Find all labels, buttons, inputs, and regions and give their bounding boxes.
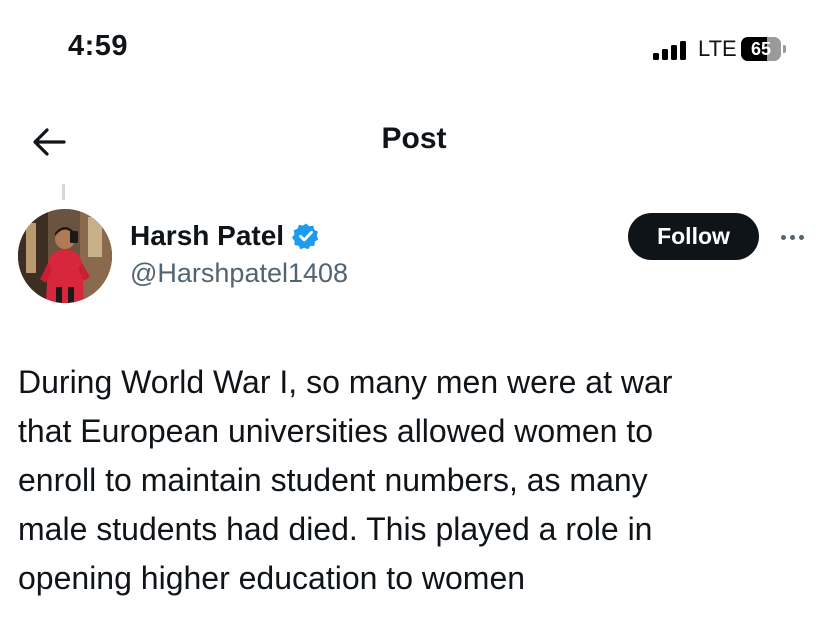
author-name-row[interactable]: Harsh Patel — [130, 218, 320, 254]
avatar-photo — [18, 209, 112, 303]
network-type: LTE — [698, 36, 737, 61]
battery-icon: 65 — [741, 37, 786, 61]
status-time: 4:59 — [68, 30, 129, 62]
avatar[interactable] — [18, 209, 112, 303]
status-bar: 4:59 LTE 65 — [0, 0, 828, 100]
verified-badge-icon — [292, 223, 319, 250]
battery-level: 65 — [750, 39, 772, 59]
display-name[interactable]: Harsh Patel — [130, 220, 284, 252]
page-title: Post — [381, 122, 447, 155]
follow-button[interactable]: Follow — [628, 213, 759, 260]
author-handle[interactable]: @Harshpatel1408 — [130, 258, 348, 289]
thread-connector-line — [62, 184, 65, 200]
more-options-button[interactable] — [770, 220, 814, 254]
more-horizontal-icon — [780, 234, 786, 240]
cellular-signal-icon — [653, 40, 691, 60]
post-text: During World War I, so many men were at … — [18, 364, 673, 596]
top-nav: Post — [0, 100, 828, 184]
